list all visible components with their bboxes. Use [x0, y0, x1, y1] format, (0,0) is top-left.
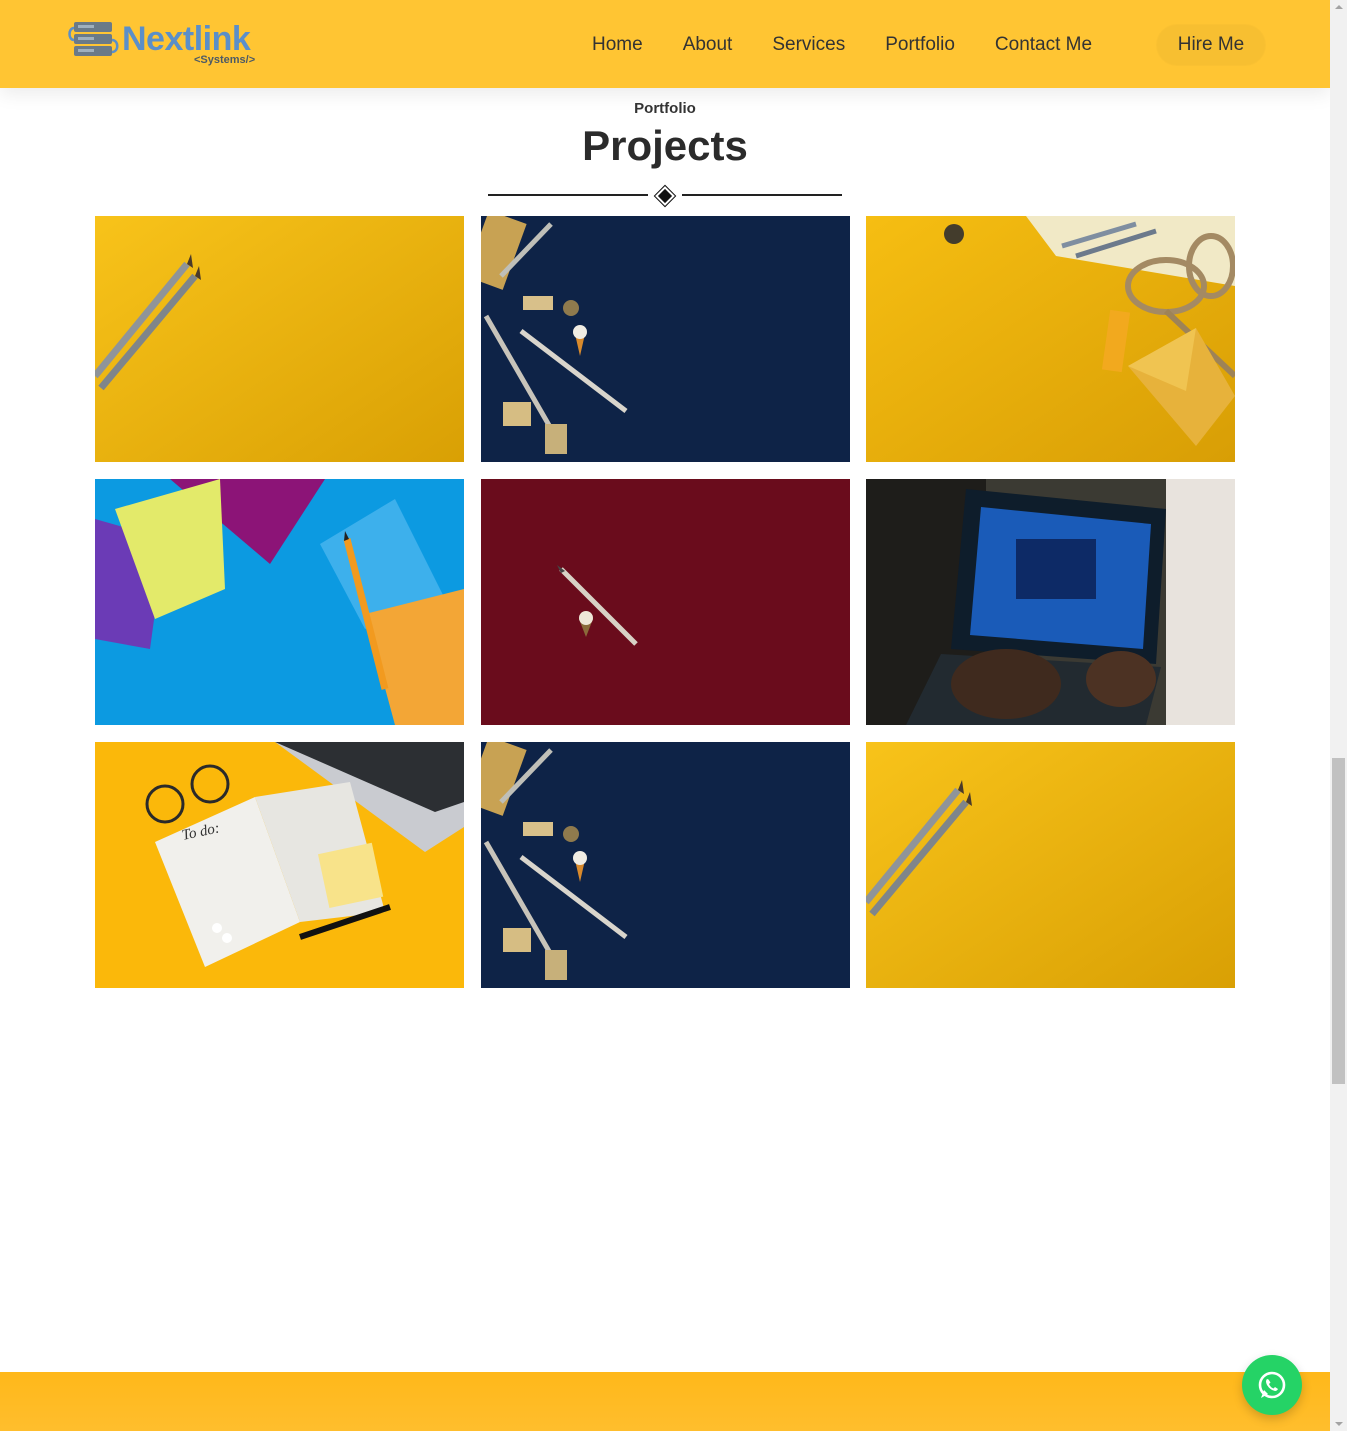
scroll-thumb[interactable]	[1332, 758, 1345, 1084]
main-nav: Home About Services Portfolio Contact Me	[592, 32, 1132, 58]
server-icon	[68, 22, 119, 56]
project-card[interactable]	[866, 742, 1235, 988]
project-card[interactable]	[95, 479, 464, 725]
nav-portfolio[interactable]: Portfolio	[885, 32, 955, 58]
project-card[interactable]: To do:	[95, 742, 464, 988]
project-card[interactable]	[481, 742, 850, 988]
project-card[interactable]	[95, 216, 464, 462]
scroll-down-arrow-icon[interactable]	[1330, 1417, 1347, 1431]
whatsapp-icon	[1258, 1371, 1286, 1399]
hire-me-button[interactable]: Hire Me	[1157, 25, 1265, 65]
footer-band	[0, 1372, 1330, 1431]
project-card[interactable]	[481, 216, 850, 462]
whatsapp-button[interactable]	[1242, 1355, 1302, 1415]
project-image	[95, 479, 464, 725]
nav-contact[interactable]: Contact Me	[995, 32, 1092, 58]
nav-about[interactable]: About	[683, 32, 733, 58]
project-image	[481, 479, 850, 725]
diamond-icon	[655, 186, 675, 206]
section-eyebrow: Portfolio	[634, 100, 696, 117]
project-image	[481, 216, 850, 462]
project-card[interactable]	[866, 216, 1235, 462]
nav-home[interactable]: Home	[592, 32, 643, 58]
project-card[interactable]	[866, 479, 1235, 725]
scroll-up-arrow-icon[interactable]	[1330, 0, 1347, 14]
project-card[interactable]	[481, 479, 850, 725]
nav-services[interactable]: Services	[772, 32, 845, 58]
title-divider	[488, 186, 842, 206]
project-image	[95, 216, 464, 462]
site-header: Nextlink <Systems/> Home About Services …	[0, 0, 1330, 88]
scrollbar[interactable]	[1330, 0, 1347, 1431]
project-image	[866, 216, 1235, 462]
section-title: Projects	[582, 122, 748, 169]
project-image	[481, 742, 850, 988]
project-image	[866, 479, 1235, 725]
project-image	[866, 742, 1235, 988]
project-image: To do:	[95, 742, 464, 988]
logo-subtitle: <Systems/>	[194, 54, 256, 66]
site-logo[interactable]: Nextlink <Systems/>	[68, 18, 268, 72]
